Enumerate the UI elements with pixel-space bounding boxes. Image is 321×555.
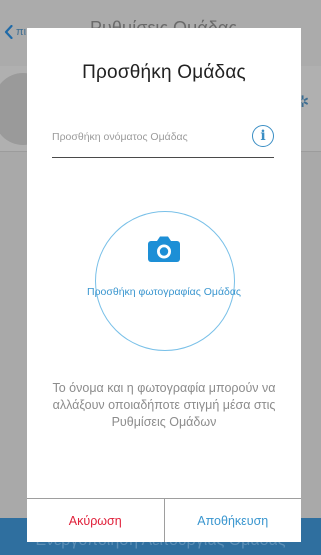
add-photo-button[interactable] (95, 211, 235, 351)
add-group-dialog: Προσθήκη Ομάδας i Προσθήκη φωτογραφίας Ο… (27, 28, 301, 542)
dialog-title: Προσθήκη Ομάδας (82, 62, 246, 83)
save-button[interactable]: Αποθήκευση (165, 499, 302, 542)
info-icon[interactable]: i (252, 125, 274, 147)
group-name-field: i (52, 120, 274, 158)
chevron-left-icon (4, 25, 13, 39)
back-label: πι (16, 26, 27, 38)
camera-icon[interactable] (146, 235, 182, 263)
hint-text: Το όνομα και η φωτογραφία μπορούν να αλλ… (52, 381, 276, 429)
add-photo-label[interactable]: Προσθήκη φωτογραφίας Ομάδας (27, 286, 301, 298)
group-name-input[interactable] (52, 128, 242, 146)
cancel-button[interactable]: Ακύρωση (27, 499, 165, 542)
dialog-actions: Ακύρωση Αποθήκευση (27, 498, 301, 542)
back-button[interactable]: πι (4, 22, 26, 42)
